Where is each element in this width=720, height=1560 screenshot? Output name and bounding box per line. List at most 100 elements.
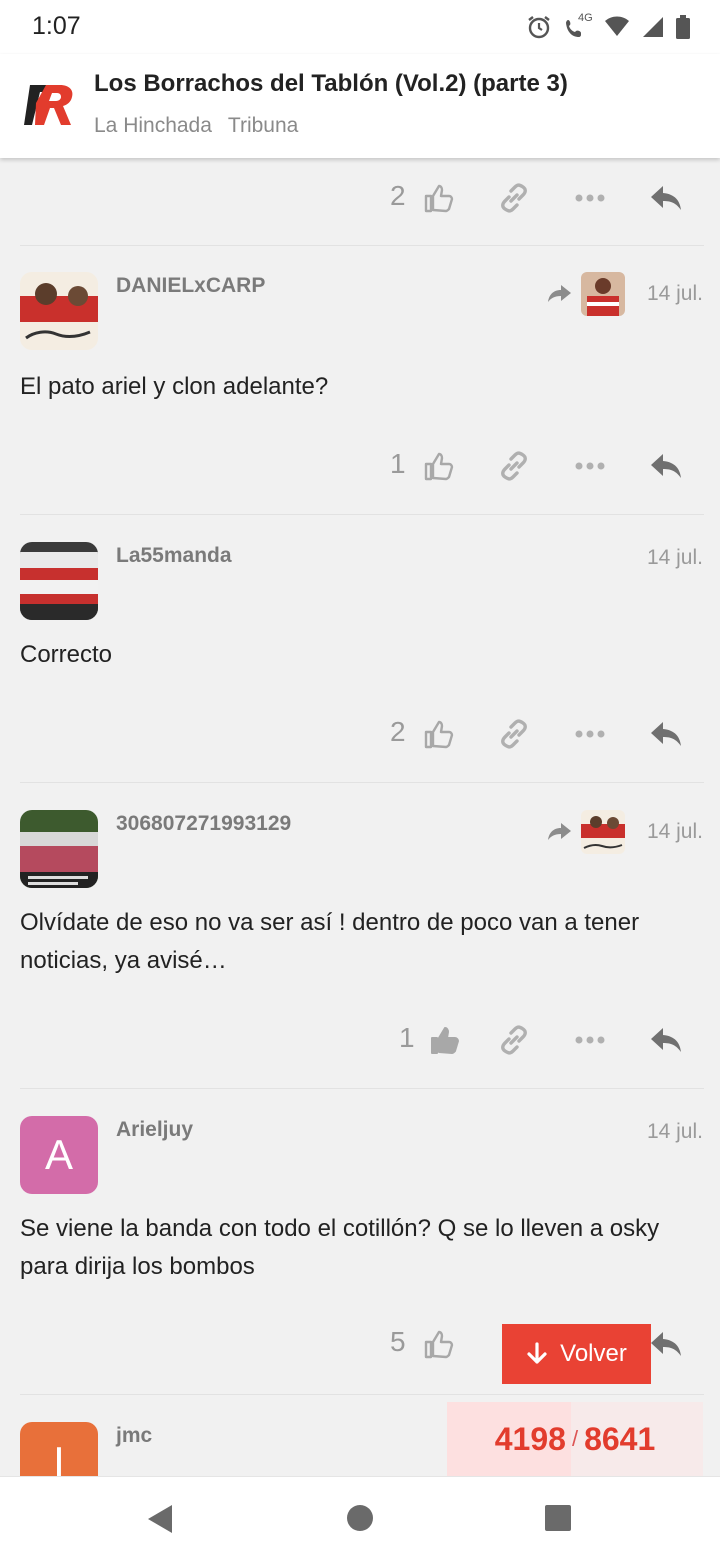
reply-button[interactable] bbox=[646, 436, 686, 496]
progress-separator: / bbox=[571, 1426, 579, 1451]
link-icon bbox=[501, 719, 527, 749]
avatar-image bbox=[20, 272, 98, 350]
reply-icon bbox=[651, 454, 681, 478]
like-count: 5 bbox=[390, 1326, 406, 1357]
avatar-letter: A bbox=[44, 1131, 73, 1178]
reply-icon bbox=[651, 1332, 681, 1356]
copy-link-button[interactable] bbox=[494, 436, 534, 496]
post-body: El pato ariel y clon adelante? bbox=[20, 373, 329, 400]
post-actions: 1 bbox=[0, 1010, 720, 1070]
thumbs-up-filled-icon bbox=[431, 1027, 459, 1054]
arrow-down-icon bbox=[527, 1342, 547, 1364]
like-button[interactable] bbox=[418, 704, 458, 764]
post-date[interactable]: 14 jul. bbox=[647, 546, 703, 570]
reply-icon bbox=[651, 1028, 681, 1052]
system-nav-bar bbox=[0, 1476, 720, 1560]
copy-link-button[interactable] bbox=[494, 1010, 534, 1070]
thumbs-up-outline-icon bbox=[424, 452, 454, 481]
username[interactable]: 306807271993129 bbox=[116, 812, 291, 836]
breadcrumb-category[interactable]: La Hinchada bbox=[94, 114, 212, 138]
post-divider bbox=[20, 514, 704, 515]
link-icon bbox=[501, 1025, 527, 1055]
like-count: 1 bbox=[399, 1022, 415, 1053]
more-button[interactable] bbox=[572, 168, 608, 228]
post-body: Correcto bbox=[20, 641, 113, 668]
status-icons: 4G bbox=[526, 12, 690, 40]
copy-link-button[interactable] bbox=[494, 704, 534, 764]
like-button[interactable] bbox=[418, 1314, 458, 1374]
reply-button[interactable] bbox=[646, 1314, 686, 1374]
more-button[interactable] bbox=[572, 704, 608, 764]
nav-recents-icon[interactable] bbox=[545, 1505, 571, 1531]
alarm-icon bbox=[528, 16, 550, 39]
avatar[interactable] bbox=[20, 810, 98, 888]
post-divider bbox=[20, 1394, 704, 1395]
username[interactable]: Arieljuy bbox=[116, 1118, 193, 1142]
more-button[interactable] bbox=[572, 436, 608, 496]
reply-icon bbox=[651, 186, 681, 210]
reply-to-arrow-icon bbox=[548, 823, 571, 840]
site-logo[interactable] bbox=[22, 81, 78, 129]
post-actions: 2 bbox=[0, 704, 720, 764]
status-bar: 1:07 4G bbox=[0, 0, 720, 54]
breadcrumb-subcategory[interactable]: Tribuna bbox=[228, 114, 298, 138]
post-date[interactable]: 14 jul. bbox=[647, 282, 703, 306]
volte-call-icon: 4G bbox=[564, 12, 593, 40]
like-button[interactable] bbox=[424, 1010, 464, 1070]
post-divider bbox=[20, 245, 704, 246]
avatar[interactable] bbox=[20, 542, 98, 620]
post-date[interactable]: 14 jul. bbox=[647, 820, 703, 844]
cell-signal-icon bbox=[643, 17, 663, 37]
post-actions: 2 bbox=[0, 168, 720, 228]
reply-to-indicator[interactable] bbox=[547, 810, 625, 854]
avatar-image bbox=[20, 542, 98, 620]
username[interactable]: jmc bbox=[116, 1424, 152, 1448]
clock: 1:07 bbox=[32, 12, 81, 40]
post-stream[interactable]: 2 DANIELxCARP 14 jul. El pato ariel y cl… bbox=[0, 158, 720, 1476]
username[interactable]: La55manda bbox=[116, 544, 232, 568]
thumbs-up-outline-icon bbox=[424, 184, 454, 213]
link-icon bbox=[501, 183, 527, 213]
reply-button[interactable] bbox=[646, 168, 686, 228]
reply-button[interactable] bbox=[646, 704, 686, 764]
post-divider bbox=[20, 1088, 704, 1089]
like-count: 1 bbox=[390, 448, 406, 479]
link-icon bbox=[501, 451, 527, 481]
more-button[interactable] bbox=[572, 1010, 608, 1070]
progress-total: 8641 bbox=[584, 1420, 656, 1457]
post-body: Olvídate de eso no va ser así ! dentro d… bbox=[20, 909, 640, 974]
reply-to-avatar bbox=[581, 272, 625, 316]
more-dots-icon bbox=[575, 1036, 605, 1044]
thumbs-up-outline-icon bbox=[424, 1330, 454, 1359]
reply-icon bbox=[651, 722, 681, 746]
post-body: Se viene la banda con todo el cotillón? … bbox=[20, 1215, 660, 1280]
battery-icon bbox=[676, 15, 690, 39]
back-to-label: Volver bbox=[560, 1340, 627, 1367]
username[interactable]: DANIELxCARP bbox=[116, 274, 265, 298]
nav-home-icon[interactable] bbox=[345, 1503, 375, 1533]
avatar-image bbox=[20, 810, 98, 888]
more-dots-icon bbox=[575, 462, 605, 470]
topic-progress[interactable]: 4198 / 8641 bbox=[447, 1402, 703, 1476]
avatar[interactable]: A bbox=[20, 1116, 98, 1194]
nav-back-icon[interactable] bbox=[146, 1499, 174, 1539]
more-dots-icon bbox=[575, 194, 605, 202]
avatar[interactable] bbox=[20, 272, 98, 350]
reply-to-indicator[interactable] bbox=[547, 272, 625, 316]
like-button[interactable] bbox=[418, 168, 458, 228]
post-date[interactable]: 14 jul. bbox=[647, 1120, 703, 1144]
topic-title[interactable]: Los Borrachos del Tablón (Vol.2) (parte … bbox=[94, 70, 568, 98]
copy-link-button[interactable] bbox=[494, 168, 534, 228]
post-divider bbox=[20, 782, 704, 783]
avatar-letter: I bbox=[53, 1438, 65, 1476]
reply-to-avatar bbox=[581, 810, 625, 854]
more-dots-icon bbox=[575, 730, 605, 738]
like-count: 2 bbox=[390, 716, 406, 747]
reply-to-arrow-icon bbox=[548, 285, 571, 302]
like-count: 2 bbox=[390, 180, 406, 211]
reply-button[interactable] bbox=[646, 1010, 686, 1070]
avatar[interactable]: I bbox=[20, 1422, 98, 1476]
post-actions: 1 bbox=[0, 436, 720, 496]
back-to-button[interactable]: Volver bbox=[502, 1324, 651, 1384]
like-button[interactable] bbox=[418, 436, 458, 496]
